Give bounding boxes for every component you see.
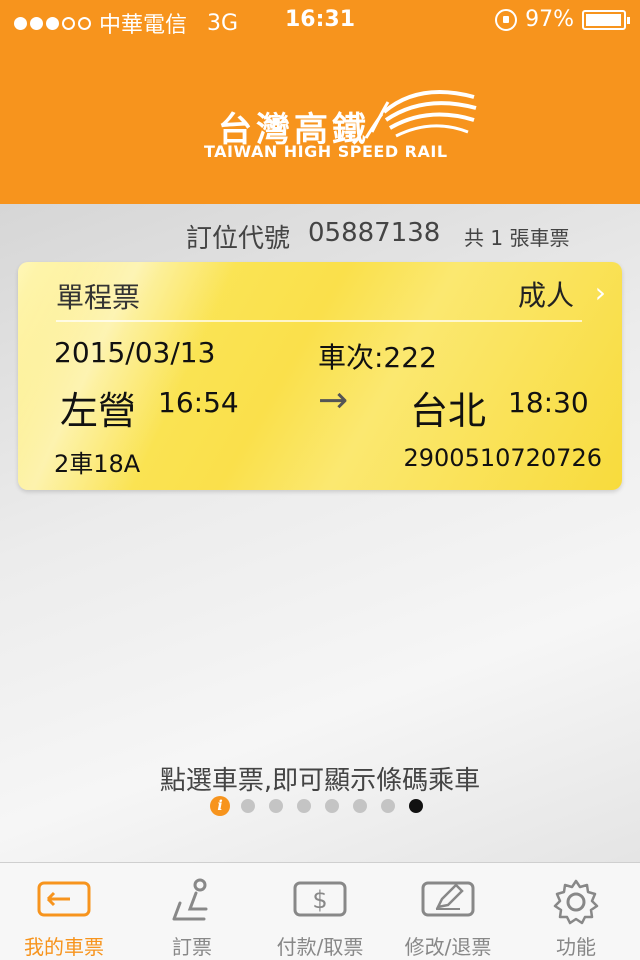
tab-modify-refund[interactable]: 修改/退票 — [384, 863, 512, 960]
seat-icon — [172, 878, 208, 921]
tab-payment[interactable]: $ 付款/取票 — [256, 863, 384, 960]
page-dot[interactable] — [381, 799, 395, 813]
ticket-list-area: 訂位代號 05887138 共 1 張車票 單程票 成人 › 2015/03/1… — [0, 204, 640, 870]
tab-label: 功能 — [556, 935, 596, 959]
ticket-type: 單程票 — [56, 281, 141, 314]
battery-percent: 97% — [525, 7, 574, 32]
info-icon[interactable]: i — [210, 796, 230, 816]
page-dot[interactable] — [353, 799, 367, 813]
page-dot[interactable] — [297, 799, 311, 813]
arrow-right-icon: → — [318, 380, 349, 421]
ticket-divider — [56, 320, 582, 322]
svg-text:$: $ — [312, 886, 327, 914]
tab-booking[interactable]: 訂票 — [128, 863, 256, 960]
page-dot[interactable] — [241, 799, 255, 813]
ticket-count: 共 1 張車票 — [464, 226, 570, 250]
tab-label: 修改/退票 — [404, 935, 492, 959]
passenger-type: 成人 — [517, 279, 574, 312]
tab-label: 付款/取票 — [276, 935, 364, 959]
page-dot[interactable] — [325, 799, 339, 813]
page-dot[interactable] — [269, 799, 283, 813]
tab-bar: 我的車票 訂票 $ 付款/取票 修改/退票 功能 — [0, 862, 640, 960]
hint-text: 點選車票,即可顯示條碼乘車 — [159, 766, 481, 796]
my-tickets-icon — [37, 881, 91, 917]
payment-icon: $ — [293, 881, 347, 917]
status-bar: 中華電信 3G 16:31 97% — [0, 0, 640, 40]
departure-station: 左營 — [60, 389, 137, 433]
logo-english: TAIWAN HIGH SPEED RAIL — [204, 142, 448, 161]
seat-number: 2車18A — [54, 450, 141, 478]
chevron-right-icon: › — [594, 276, 606, 309]
booking-code-label: 訂位代號 — [186, 224, 291, 254]
ticket-number: 2900510720726 — [403, 444, 602, 472]
arrival-time: 18:30 — [508, 386, 589, 419]
edit-icon — [421, 881, 475, 917]
tab-label: 我的車票 — [24, 935, 104, 959]
thsr-logo: 台灣高鐵 TAIWAN HIGH SPEED RAIL — [204, 90, 484, 172]
logo-wing-icon — [364, 90, 477, 139]
arrival-station: 台北 — [410, 389, 487, 433]
booking-summary: 訂位代號 05887138 共 1 張車票 — [0, 216, 640, 254]
page-indicator[interactable]: i — [210, 796, 426, 816]
tab-my-tickets[interactable]: 我的車票 — [0, 863, 128, 960]
booking-code: 05887138 — [308, 218, 441, 248]
tab-settings[interactable]: 功能 — [512, 863, 640, 960]
tab-label: 訂票 — [172, 935, 212, 959]
rotation-lock-icon — [495, 8, 518, 31]
ticket-card[interactable]: 單程票 成人 › 2015/03/13 車次:222 左營 16:54 → 台北… — [18, 262, 622, 490]
battery-icon — [582, 9, 630, 30]
gear-icon — [553, 879, 599, 925]
page-dot-current[interactable] — [409, 799, 423, 813]
train-number: 車次:222 — [318, 341, 437, 374]
travel-date: 2015/03/13 — [54, 336, 216, 369]
departure-time: 16:54 — [158, 386, 239, 419]
app-header: 中華電信 3G 16:31 97% 台灣高鐵 TAIWAN HIGH SPEED… — [0, 0, 640, 204]
